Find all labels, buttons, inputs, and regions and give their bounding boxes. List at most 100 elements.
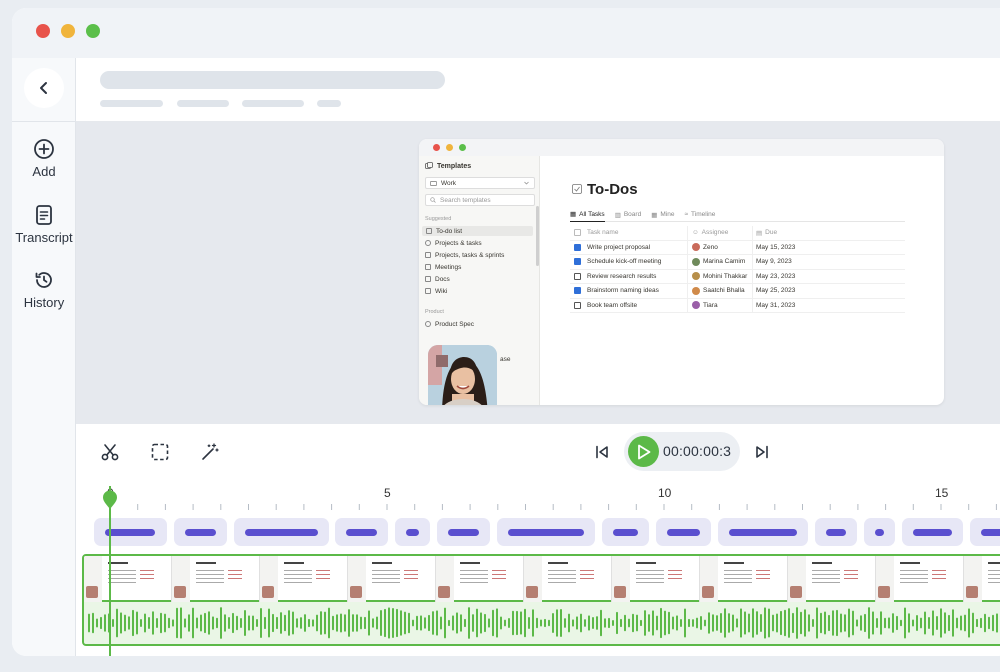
waveform-bar bbox=[780, 610, 782, 636]
minimize-window-button[interactable] bbox=[61, 24, 75, 38]
waveform-bar bbox=[276, 616, 278, 630]
template-label: Wiki bbox=[435, 287, 448, 295]
template-item[interactable]: Docs bbox=[425, 274, 450, 284]
tab-all-tasks[interactable]: ▦ All Tasks bbox=[570, 208, 605, 222]
avatar bbox=[692, 301, 700, 310]
workspace-value: Work bbox=[441, 179, 457, 187]
video-frame-thumbnail bbox=[524, 556, 612, 602]
template-item[interactable]: To-do list bbox=[422, 226, 533, 236]
table-row[interactable]: Schedule kick-off meeting Marina Camim M… bbox=[570, 255, 905, 270]
playhead-handle[interactable] bbox=[102, 490, 118, 510]
table-row[interactable]: Write project proposal Zeno May 15, 2023 bbox=[570, 240, 905, 255]
select-all-checkbox[interactable] bbox=[574, 229, 581, 237]
waveform-bar bbox=[576, 616, 578, 630]
waveform-bar bbox=[312, 619, 314, 627]
skip-forward-button[interactable] bbox=[750, 440, 774, 464]
waveform-bar bbox=[684, 608, 686, 638]
template-item[interactable]: Meetings bbox=[425, 262, 461, 272]
column-header: Assignee bbox=[701, 229, 729, 237]
sidebar-item-add[interactable]: Add bbox=[12, 138, 76, 179]
caption-clip[interactable] bbox=[656, 518, 711, 546]
caption-clip[interactable] bbox=[864, 518, 895, 546]
tab-board[interactable]: ▥ Board bbox=[615, 211, 642, 219]
assignee: Zeno bbox=[703, 243, 718, 251]
table-row[interactable]: Book team offsite Tiara May 31, 2023 bbox=[570, 298, 905, 313]
waveform-bar bbox=[488, 618, 490, 628]
caption-clip[interactable] bbox=[335, 518, 388, 546]
task-checkbox[interactable] bbox=[574, 301, 581, 309]
template-item[interactable]: Product Spec bbox=[425, 319, 474, 329]
waveform-bar bbox=[316, 614, 318, 632]
waveform-bar bbox=[860, 615, 862, 631]
waveform-bar bbox=[524, 608, 526, 638]
waveform-bar bbox=[440, 616, 442, 630]
caption-clip[interactable] bbox=[815, 518, 857, 546]
caption-clip[interactable] bbox=[902, 518, 963, 546]
screen-recording-frame: Templates Work Search templates Suggeste… bbox=[419, 139, 944, 405]
tab-timeline[interactable]: ≈ Timeline bbox=[684, 211, 715, 218]
window-dot bbox=[446, 144, 453, 151]
waveform-bar bbox=[96, 618, 98, 628]
magic-wand-button[interactable] bbox=[198, 440, 222, 464]
waveform-bar bbox=[956, 617, 958, 629]
waveform-bar bbox=[892, 613, 894, 633]
waveform-bar bbox=[416, 615, 418, 631]
header-placeholder bbox=[76, 58, 1000, 122]
waveform-bar bbox=[436, 610, 438, 636]
video-audio-track[interactable] bbox=[82, 554, 1000, 646]
select-region-button[interactable] bbox=[148, 440, 172, 464]
waveform-bar bbox=[868, 607, 870, 639]
book-icon bbox=[425, 288, 431, 294]
task-checkbox[interactable] bbox=[574, 287, 581, 295]
waveform-bar bbox=[264, 616, 266, 630]
table-icon: ▦ bbox=[570, 211, 577, 218]
waveform-bar bbox=[120, 612, 122, 634]
play-button[interactable] bbox=[628, 436, 659, 467]
playhead-line[interactable] bbox=[109, 486, 111, 656]
timeline-icon: ≈ bbox=[684, 211, 689, 218]
sidebar-item-history[interactable]: History bbox=[12, 269, 76, 310]
waveform-bar bbox=[584, 619, 586, 627]
template-item[interactable]: Projects, tasks & sprints bbox=[425, 250, 504, 260]
waveform-bar bbox=[824, 611, 826, 635]
task-checkbox[interactable] bbox=[574, 243, 581, 251]
template-item[interactable]: Wiki bbox=[425, 286, 447, 296]
waveform-bar bbox=[476, 608, 478, 638]
template-search-input[interactable]: Search templates bbox=[425, 194, 535, 206]
playback-control: 00:00:00:3 bbox=[624, 432, 740, 471]
table-row[interactable]: Review research results Mohini Thakkar M… bbox=[570, 269, 905, 284]
table-row[interactable]: Brainstorm naming ideas Saatchi Bhalla M… bbox=[570, 284, 905, 299]
waveform-bar bbox=[88, 613, 90, 633]
tab-label: Mine bbox=[660, 211, 675, 218]
waveform-bar bbox=[908, 613, 910, 633]
workspace-select[interactable]: Work bbox=[425, 177, 535, 189]
caption-clip[interactable] bbox=[718, 518, 808, 546]
skip-forward-icon bbox=[756, 445, 768, 459]
sidebar: Add Transcript History bbox=[12, 58, 76, 656]
back-button[interactable] bbox=[24, 68, 64, 108]
task-checkbox[interactable] bbox=[574, 258, 581, 266]
caption-clip[interactable] bbox=[602, 518, 649, 546]
video-frame-thumbnail bbox=[700, 556, 788, 602]
tab-mine[interactable]: ▦ Mine bbox=[651, 211, 674, 219]
task-checkbox[interactable] bbox=[574, 272, 581, 280]
cut-tool-button[interactable] bbox=[98, 440, 122, 464]
waveform-bar bbox=[140, 619, 142, 627]
waveform-bar bbox=[208, 611, 210, 635]
caption-clip[interactable] bbox=[234, 518, 329, 546]
waveform-bar bbox=[216, 617, 218, 629]
caption-clip[interactable] bbox=[94, 518, 167, 546]
sidebar-item-transcript[interactable]: Transcript bbox=[12, 204, 76, 245]
skip-back-button[interactable] bbox=[590, 440, 614, 464]
template-item[interactable]: Projects & tasks bbox=[425, 238, 482, 248]
maximize-window-button[interactable] bbox=[86, 24, 100, 38]
caption-clip[interactable] bbox=[174, 518, 227, 546]
panel-scrollbar[interactable] bbox=[536, 206, 539, 266]
caption-clip[interactable] bbox=[497, 518, 595, 546]
caption-clip[interactable] bbox=[395, 518, 430, 546]
caption-clip[interactable] bbox=[970, 518, 1000, 546]
close-window-button[interactable] bbox=[36, 24, 50, 38]
caption-clip[interactable] bbox=[437, 518, 490, 546]
waveform-bar bbox=[236, 615, 238, 631]
video-frame-thumbnail bbox=[436, 556, 524, 602]
